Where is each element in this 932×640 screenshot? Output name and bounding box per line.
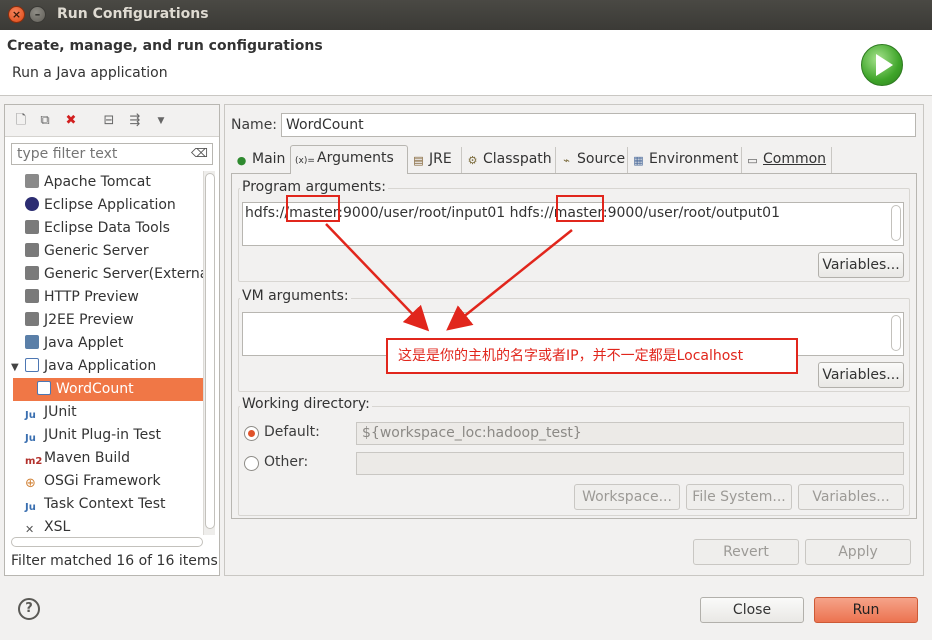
- arguments-tab-icon: (x)=: [295, 156, 315, 166]
- help-icon[interactable]: ?: [18, 598, 40, 620]
- run-button[interactable]: Run: [814, 597, 918, 623]
- close-button[interactable]: Close: [700, 597, 804, 623]
- tab-arguments[interactable]: (x)= Arguments: [290, 145, 408, 174]
- arrow-left: [325, 223, 430, 332]
- annotation-arrows: [325, 223, 573, 332]
- arrow-right: [446, 229, 573, 331]
- annotation-callout: 这是是你的主机的名字或者IP，并不一定都是Localhost: [386, 338, 798, 374]
